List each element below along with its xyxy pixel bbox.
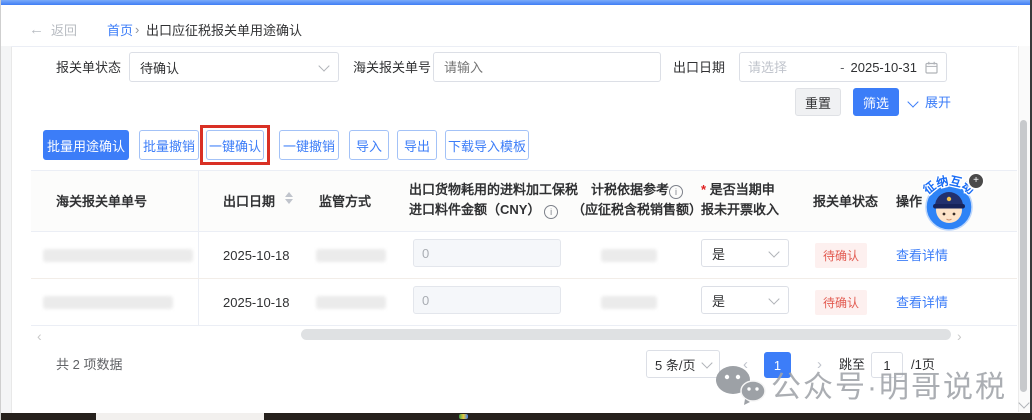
top-accent-bar <box>1 0 1032 5</box>
page-size-select[interactable]: 5 条/页 <box>646 350 720 378</box>
watermark-text: 公众号·明哥说税 <box>771 362 1007 406</box>
back-button[interactable]: 返回 <box>51 24 77 37</box>
h-scrollbar-thumb[interactable] <box>301 329 951 340</box>
status-filter-select[interactable]: 待确认 <box>129 52 339 82</box>
taskbar-light-segment <box>96 413 264 420</box>
download-template-button[interactable]: 下载导入模板 <box>445 130 529 160</box>
uninvoiced-select[interactable]: 是 <box>701 286 789 314</box>
redacted-customs-no <box>43 249 193 262</box>
divider <box>11 46 1017 47</box>
redacted-supervision-mode <box>316 296 386 309</box>
view-details-link[interactable]: 查看详情 <box>896 249 948 262</box>
header-status: 报关单状态 <box>813 195 878 208</box>
status-filter-label: 报关单状态 <box>56 61 121 74</box>
filter-button[interactable]: 筛选 <box>853 88 899 116</box>
batch-revoke-button[interactable]: 批量撤销 <box>139 130 199 160</box>
reset-button[interactable]: 重置 <box>795 88 841 116</box>
app-window: ← 返回 首页 › 出口应征税报关单用途确认 报关单状态 待确认 海关报关单号 … <box>0 0 1032 420</box>
export-date-filter-label: 出口日期 <box>673 61 725 74</box>
view-details-link[interactable]: 查看详情 <box>896 296 948 309</box>
required-mark: * <box>701 182 706 197</box>
back-arrow-icon[interactable]: ← <box>29 22 44 37</box>
one-click-revoke-button[interactable]: 一键撤销 <box>279 130 339 160</box>
header-bonded-amount: 出口货物耗用的进料加工保税 进口料件金额（CNY） i <box>409 180 589 220</box>
bonded-amount-input: 0 <box>413 239 561 267</box>
breadcrumb-home[interactable]: 首页 <box>107 24 133 37</box>
date-end-value: 2025-10-31 <box>851 61 918 74</box>
breadcrumb-separator-icon: › <box>135 23 139 36</box>
sort-icon[interactable] <box>285 192 293 204</box>
uninvoiced-value: 是 <box>712 244 725 263</box>
cell-export-date: 2025-10-18 <box>223 296 290 309</box>
chevron-down-icon <box>768 246 779 257</box>
page-size-value: 5 条/页 <box>655 355 695 374</box>
chevron-down-icon <box>701 357 712 368</box>
cell-export-date: 2025-10-18 <box>223 249 290 262</box>
date-separator: - <box>840 61 844 74</box>
header-uninvoiced: * 是否当期申 报未开票收入 <box>701 180 793 220</box>
h-scroll-left-icon[interactable]: ‹ <box>37 328 42 344</box>
total-count: 共 2 项数据 <box>56 358 122 371</box>
header-export-date: 出口日期 <box>223 195 275 208</box>
one-click-confirm-button[interactable]: 一键确认 <box>206 130 264 160</box>
status-badge: 待确认 <box>815 290 867 315</box>
wechat-icon <box>713 362 769 408</box>
chevron-down-icon <box>318 60 329 71</box>
expand-chevron-icon <box>907 96 918 107</box>
chevron-down-icon <box>768 293 779 304</box>
header-supervision-mode: 监管方式 <box>319 195 371 208</box>
redacted-tax-basis <box>601 249 657 262</box>
taskbar-app-icon <box>459 414 468 419</box>
info-icon[interactable]: i <box>669 185 683 199</box>
page-title: 出口应征税报关单用途确认 <box>146 24 302 37</box>
assistant-collapse-button[interactable]: + <box>967 172 985 190</box>
expand-link[interactable]: 展开 <box>925 96 951 109</box>
h-scroll-right-icon[interactable]: › <box>957 328 962 344</box>
status-filter-value: 待确认 <box>140 58 179 77</box>
calendar-icon <box>925 61 938 74</box>
customs-no-input[interactable] <box>433 52 661 82</box>
export-date-range-picker[interactable]: 请选择 - 2025-10-31 <box>739 52 947 82</box>
info-icon[interactable]: i <box>544 205 558 219</box>
date-start-placeholder: 请选择 <box>748 61 834 74</box>
bonded-amount-input: 0 <box>413 286 561 314</box>
header-tax-basis: 计税依据参考i （应征税含税销售额） <box>567 180 707 220</box>
redacted-tax-basis <box>601 296 657 309</box>
redacted-supervision-mode <box>316 249 386 262</box>
customs-no-filter-label: 海关报关单号 <box>353 61 431 74</box>
status-badge: 待确认 <box>815 243 867 268</box>
redacted-customs-no <box>43 296 173 309</box>
export-button[interactable]: 导出 <box>397 130 437 160</box>
v-scrollbar-thumb[interactable] <box>1020 120 1027 392</box>
import-button[interactable]: 导入 <box>349 130 389 160</box>
sidebar-collapsed <box>1 46 12 413</box>
batch-confirm-button[interactable]: 批量用途确认 <box>43 130 129 160</box>
uninvoiced-select[interactable]: 是 <box>701 239 789 267</box>
header-customs-no: 海关报关单单号 <box>56 195 147 208</box>
uninvoiced-value: 是 <box>712 291 725 310</box>
